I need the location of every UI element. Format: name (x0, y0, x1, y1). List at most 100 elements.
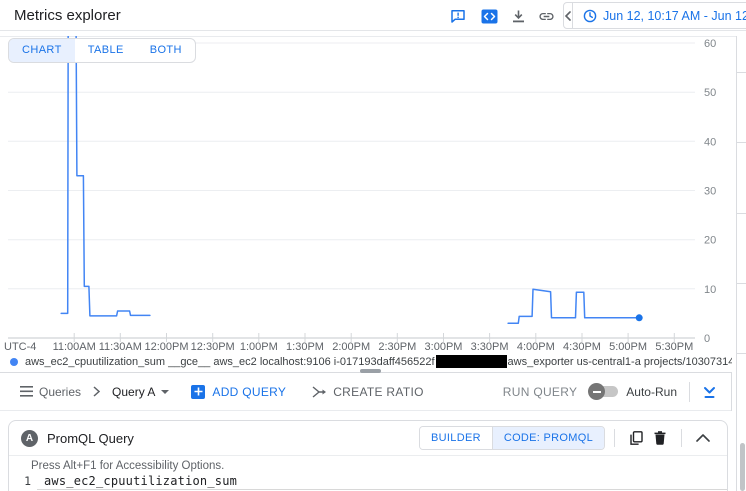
svg-text:4:30PM: 4:30PM (563, 341, 601, 353)
svg-text:40: 40 (704, 136, 716, 148)
promql-panel-title: PromQL Query (47, 431, 134, 446)
copy-icon (630, 431, 643, 445)
code-editor-toggle-button[interactable] (479, 6, 499, 26)
svg-text:4:00PM: 4:00PM (517, 341, 555, 353)
auto-run-label: Auto-Run (626, 385, 677, 399)
svg-text:2:30PM: 2:30PM (378, 341, 416, 353)
line-number-1: 1 (17, 474, 31, 488)
time-range-control: Jun 12, 10:17 AM - Jun 12, 5:48 (563, 2, 746, 29)
chevron-up-icon (696, 434, 710, 442)
promql-code-editor[interactable]: Press Alt+F1 for Accessibility Options. … (9, 456, 727, 491)
query-name: Query A (112, 385, 155, 399)
chevron-left-icon (564, 11, 572, 21)
svg-text:60: 60 (704, 38, 716, 50)
tab-chart[interactable]: CHART (9, 39, 75, 62)
svg-text:11:30AM: 11:30AM (99, 341, 142, 353)
svg-text:10: 10 (704, 284, 716, 296)
code-text-1: aws_ec2_cpuutilization_sum (44, 474, 237, 488)
code-promql-mode-button[interactable]: CODE: PROMQL (492, 427, 604, 449)
svg-text:20: 20 (704, 235, 716, 247)
feedback-button[interactable] (448, 6, 468, 26)
code-icon (481, 9, 498, 24)
app-header: Metrics explorer (0, 0, 746, 31)
breadcrumb-chevron-icon (93, 386, 100, 397)
svg-text:UTC-4: UTC-4 (4, 341, 36, 353)
query-letter-badge: A (21, 430, 38, 447)
add-icon (191, 385, 205, 399)
tab-table[interactable]: TABLE (75, 39, 137, 62)
create-ratio-button[interactable]: CREATE RATIO (312, 385, 424, 399)
svg-text:3:30PM: 3:30PM (471, 341, 509, 353)
trash-icon (654, 431, 666, 445)
tab-both[interactable]: BOTH (137, 39, 195, 62)
background-row-divider (737, 283, 746, 284)
clock-icon (583, 9, 597, 23)
legend-text-before: aws_ec2_cpuutilization_sum __gce__ aws_e… (25, 356, 435, 368)
svg-text:1:00PM: 1:00PM (240, 341, 278, 353)
collapse-panel-button[interactable] (702, 385, 717, 399)
svg-text:30: 30 (704, 186, 716, 198)
background-row-divider (737, 142, 746, 143)
svg-text:50: 50 (704, 87, 716, 99)
background-panel-edge (736, 36, 737, 491)
queries-menu-button[interactable]: Queries (20, 385, 81, 399)
query-mode-switch: BUILDER CODE: PROMQL (419, 426, 605, 450)
list-icon (20, 386, 33, 397)
page-title: Metrics explorer (14, 7, 121, 24)
query-selector-dropdown[interactable]: Query A (112, 385, 169, 399)
svg-text:12:00PM: 12:00PM (144, 341, 188, 353)
builder-mode-button[interactable]: BUILDER (420, 427, 492, 449)
timeseries-chart[interactable]: 0102030405060UTC-411:00AM11:30AM12:00PM1… (0, 36, 731, 356)
legend-series-dot (10, 358, 18, 366)
queries-label: Queries (39, 385, 81, 399)
chart-canvas: 0102030405060UTC-411:00AM11:30AM12:00PM1… (0, 36, 731, 356)
delete-query-button[interactable] (651, 429, 669, 447)
caret-down-icon (161, 390, 169, 394)
svg-text:1:30PM: 1:30PM (286, 341, 324, 353)
background-row-divider (737, 353, 746, 354)
toggle-thumb (588, 383, 605, 400)
redaction-box (436, 355, 507, 368)
link-icon (538, 8, 555, 25)
toolbar-bottom-border (0, 410, 731, 411)
metrics-explorer-window: Metrics explorer (0, 0, 746, 491)
accessibility-hint: Press Alt+F1 for Accessibility Options. (9, 460, 727, 474)
copy-query-button[interactable] (627, 429, 645, 447)
header-divider-2 (681, 429, 682, 447)
time-range-back-button[interactable] (564, 3, 573, 28)
background-row-divider (737, 213, 746, 214)
collapse-card-button[interactable] (694, 429, 712, 447)
add-query-label: ADD QUERY (212, 385, 286, 399)
run-query-label: RUN QUERY (503, 385, 578, 399)
svg-text:2:00PM: 2:00PM (332, 341, 370, 353)
collapse-down-icon (702, 385, 717, 399)
download-button[interactable] (508, 6, 528, 26)
add-query-button[interactable]: ADD QUERY (191, 385, 286, 399)
svg-text:0: 0 (704, 333, 710, 345)
toolbar-right-border (731, 372, 732, 411)
header-divider (614, 429, 615, 447)
share-link-button[interactable] (536, 6, 556, 26)
promql-card-header: A PromQL Query BUILDER CODE: PROMQL (9, 421, 727, 456)
svg-text:5:00PM: 5:00PM (609, 341, 647, 353)
promql-query-card: A PromQL Query BUILDER CODE: PROMQL (8, 420, 728, 491)
feedback-icon (450, 8, 466, 24)
legend-text-after: aws_exporter us-central1-a projects/1030… (508, 356, 732, 368)
page-scrollbar-thumb[interactable] (740, 443, 745, 491)
code-line-1: 1 aws_ec2_cpuutilization_sum (9, 474, 727, 488)
chart-view-tabs: CHART TABLE BOTH (8, 38, 196, 63)
queries-toolbar: Queries Query A ADD QUERY CREATE RATIO R… (0, 373, 731, 410)
run-query-button[interactable]: RUN QUERY (503, 385, 578, 399)
download-icon (511, 9, 526, 24)
auto-run-toggle[interactable] (591, 386, 618, 397)
svg-text:5:30PM: 5:30PM (655, 341, 693, 353)
background-row-divider (737, 72, 746, 73)
time-range-label: Jun 12, 10:17 AM - Jun 12, 5:48 (603, 9, 746, 23)
create-ratio-icon (312, 386, 327, 398)
svg-text:3:00PM: 3:00PM (425, 341, 463, 353)
svg-text:12:30PM: 12:30PM (191, 341, 235, 353)
chart-legend: aws_ec2_cpuutilization_sum __gce__ aws_e… (10, 354, 732, 369)
svg-text:11:00AM: 11:00AM (53, 341, 96, 353)
time-range-button[interactable]: Jun 12, 10:17 AM - Jun 12, 5:48 (573, 9, 746, 23)
toolbar-divider (689, 382, 690, 402)
